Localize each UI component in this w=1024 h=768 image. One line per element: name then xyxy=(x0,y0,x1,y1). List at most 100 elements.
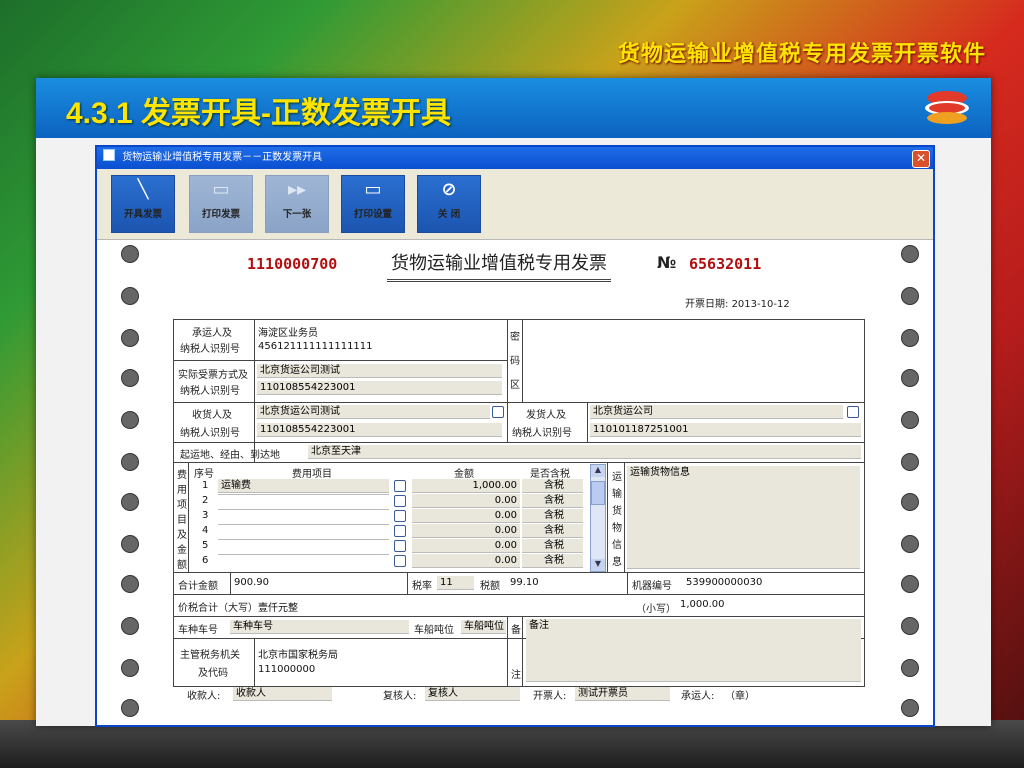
vehicle-field[interactable]: 车种车号 xyxy=(230,620,409,634)
carrier-name: 海淀区业务员 xyxy=(258,328,318,339)
fee-tax-select[interactable]: 含税 xyxy=(522,554,583,568)
fee-amount-field[interactable]: 0.00 xyxy=(412,494,520,508)
fee-item-field[interactable] xyxy=(218,509,389,510)
fee-item-field[interactable] xyxy=(218,494,389,495)
col-item: 费用项目 xyxy=(292,469,332,480)
feed-hole xyxy=(901,493,919,511)
slide-footer-band xyxy=(0,720,1024,768)
scroll-down-icon[interactable]: ▼ xyxy=(591,559,605,571)
feed-hole xyxy=(121,329,139,347)
invoice-form: 承运人及 纳税人识别号 海淀区业务员 456121111111111111 实际… xyxy=(173,319,865,687)
close-circle-icon: ⊘ xyxy=(441,179,457,200)
feed-hole xyxy=(121,245,139,263)
feed-hole xyxy=(121,617,139,635)
feed-hole xyxy=(121,411,139,429)
next-invoice-button[interactable]: ▸▸ 下一张 xyxy=(265,175,329,233)
fee-item-picker[interactable] xyxy=(394,540,406,552)
issue-invoice-button[interactable]: ╲ 开具发票 xyxy=(111,175,175,233)
feed-hole xyxy=(121,453,139,471)
toolbar: ╲ 开具发票 ▭ 打印发票 ▸▸ 下一张 ▭ 打印设置 ⊘ 关 闭 xyxy=(97,169,933,240)
fee-tax-select[interactable]: 含税 xyxy=(522,524,583,538)
section-title: 4.3.1 发票开具-正数发票开具 xyxy=(66,97,452,130)
feed-hole xyxy=(901,617,919,635)
col-amount: 金额 xyxy=(454,469,474,480)
drawer-field[interactable]: 测试开票员 xyxy=(575,687,670,701)
window-close-button[interactable]: ✕ xyxy=(912,150,930,168)
fee-item-field[interactable]: 运输费 xyxy=(218,479,389,493)
fee-tax-select[interactable]: 含税 xyxy=(522,479,583,493)
feed-hole xyxy=(121,575,139,593)
tax-amount: 99.10 xyxy=(510,577,539,588)
col-seq: 序号 xyxy=(194,469,214,480)
feed-hole xyxy=(121,287,139,305)
feed-hole xyxy=(121,493,139,511)
sum-lowercase: 1,000.00 xyxy=(680,599,725,610)
fee-amount-field[interactable]: 1,000.00 xyxy=(412,479,520,493)
fee-tax-select[interactable]: 含税 xyxy=(522,494,583,508)
printer-settings-icon: ▭ xyxy=(364,179,382,200)
scroll-up-icon[interactable]: ▲ xyxy=(591,465,605,477)
consignee-checkbox[interactable] xyxy=(492,406,504,418)
fee-item-picker[interactable] xyxy=(394,495,406,507)
shipper-name-field[interactable]: 北京货运公司 xyxy=(590,405,843,419)
fee-item-picker[interactable] xyxy=(394,525,406,537)
feed-hole xyxy=(901,287,919,305)
actual-recipient-taxid-field[interactable]: 110108554223001 xyxy=(257,381,502,395)
window-title: 货物运输业增值税专用发票－－正数发票开具 xyxy=(122,152,323,163)
invoice-paper: 1110000700 货物运输业增值税专用发票 № 65632011 开票日期:… xyxy=(97,241,933,725)
shipper-taxid-field[interactable]: 110101187251001 xyxy=(590,423,861,437)
fee-tax-select[interactable]: 含税 xyxy=(522,539,583,553)
logo-icon xyxy=(925,91,969,124)
feed-hole xyxy=(121,535,139,553)
consignee-taxid-field[interactable]: 110108554223001 xyxy=(257,423,502,437)
fee-item-picker[interactable] xyxy=(394,510,406,522)
app-icon xyxy=(103,149,115,161)
tax-rate-field[interactable]: 11 xyxy=(437,576,474,590)
invoice-number: 65632011 xyxy=(689,255,762,273)
invoice-title: 货物运输业增值税专用发票 xyxy=(387,249,611,282)
tonnage-field[interactable]: 车船吨位 xyxy=(461,620,506,634)
fee-item-picker[interactable] xyxy=(394,480,406,492)
route-field[interactable]: 北京至天津 xyxy=(308,445,861,459)
remark-field[interactable]: 备注 xyxy=(526,619,861,682)
fee-amount-field[interactable]: 0.00 xyxy=(412,509,520,523)
fee-item-field[interactable] xyxy=(218,539,389,540)
fee-item-field[interactable] xyxy=(218,554,389,555)
fee-item-field[interactable] xyxy=(218,524,389,525)
feed-hole xyxy=(121,699,139,717)
authority-code: 111000000 xyxy=(258,664,316,675)
feed-hole xyxy=(901,453,919,471)
issue-date: 开票日期: 2013-10-12 xyxy=(685,299,790,310)
printer-icon: ▭ xyxy=(212,179,230,200)
shipper-checkbox[interactable] xyxy=(847,406,859,418)
feed-hole xyxy=(901,245,919,263)
slide-title: 货物运输业增值税专用发票开票软件 xyxy=(617,42,986,67)
feed-hole xyxy=(901,329,919,347)
window-titlebar: 货物运输业增值税专用发票－－正数发票开具 ✕ xyxy=(97,147,933,169)
payee-field[interactable]: 收款人 xyxy=(233,687,332,701)
feed-hole xyxy=(901,369,919,387)
feed-hole xyxy=(901,411,919,429)
pen-icon: ╲ xyxy=(137,179,149,200)
print-invoice-button[interactable]: ▭ 打印发票 xyxy=(189,175,253,233)
fee-amount-field[interactable]: 0.00 xyxy=(412,539,520,553)
carrier-taxid: 456121111111111111 xyxy=(258,341,373,352)
scroll-thumb[interactable] xyxy=(591,481,605,505)
close-button[interactable]: ⊘ 关 闭 xyxy=(417,175,481,233)
actual-recipient-name-field[interactable]: 北京货运公司测试 xyxy=(257,364,502,378)
cargo-info-field[interactable]: 运输货物信息 xyxy=(627,466,860,569)
next-icon: ▸▸ xyxy=(287,179,307,200)
machine-number: 539900000030 xyxy=(686,577,763,588)
fee-tax-select[interactable]: 含税 xyxy=(522,509,583,523)
fee-scrollbar[interactable]: ▲ ▼ xyxy=(590,464,606,572)
fee-item-picker[interactable] xyxy=(394,555,406,567)
fee-amount-field[interactable]: 0.00 xyxy=(412,554,520,568)
col-taxincl: 是否含税 xyxy=(530,469,570,480)
print-settings-button[interactable]: ▭ 打印设置 xyxy=(341,175,405,233)
reviewer-field[interactable]: 复核人 xyxy=(425,687,520,701)
number-symbol: № xyxy=(657,253,677,272)
invoice-window: 货物运输业增值税专用发票－－正数发票开具 ✕ ╲ 开具发票 ▭ 打印发票 ▸▸ … xyxy=(95,145,935,727)
consignee-name-field[interactable]: 北京货运公司测试 xyxy=(257,405,490,419)
fee-amount-field[interactable]: 0.00 xyxy=(412,524,520,538)
total-amount: 900.90 xyxy=(234,577,269,588)
